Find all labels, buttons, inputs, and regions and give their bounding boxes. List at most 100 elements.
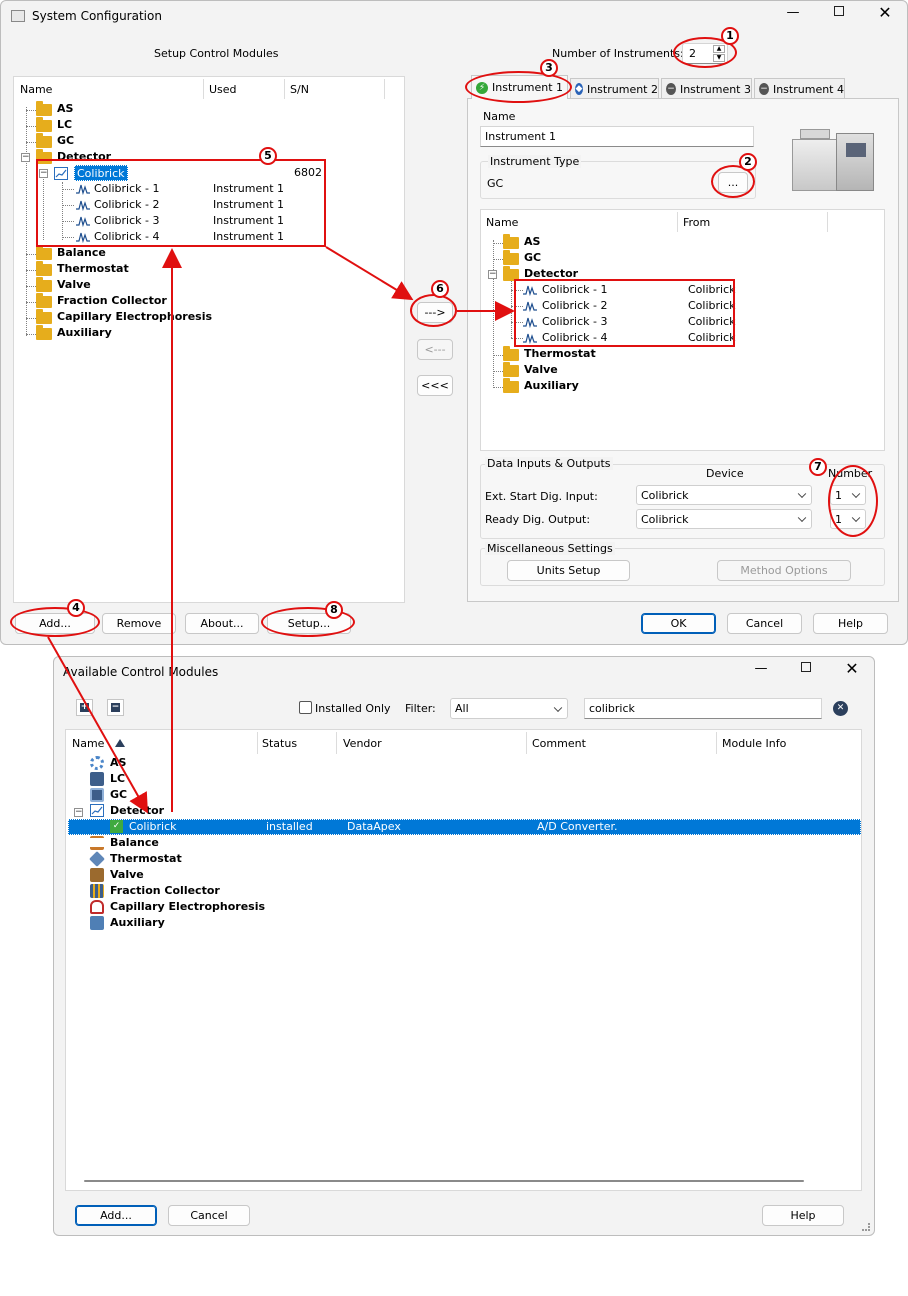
close-button[interactable]: ✕ xyxy=(877,3,893,22)
installed-only-checkbox[interactable] xyxy=(299,701,312,714)
annotation-box-right-children xyxy=(514,279,735,347)
module-tree-as[interactable]: AS xyxy=(110,755,126,771)
collapse-all-icon[interactable]: − xyxy=(107,699,124,716)
instrument-tree-thermostat[interactable]: Thermostat xyxy=(524,346,596,362)
available-control-modules-window: Available Control Modules — ✕ + − Instal… xyxy=(53,656,875,1236)
col-name-header[interactable]: Name xyxy=(486,216,518,229)
annotation-ellipse-instrument-tab xyxy=(465,71,572,103)
ok-button[interactable]: OK xyxy=(641,613,716,634)
instrument-type-value: GC xyxy=(487,177,504,190)
col-vendor-header[interactable]: Vendor xyxy=(343,737,382,750)
fraction-collector-icon xyxy=(90,884,104,898)
annotation-badge-3: 3 xyxy=(540,59,558,77)
window-title: Available Control Modules xyxy=(63,665,219,679)
module-tree-lc[interactable]: LC xyxy=(110,771,125,787)
setup-modules-tree[interactable]: Name Used S/N AS LC GC − Detector − Coli… xyxy=(13,76,405,603)
close-button[interactable]: ✕ xyxy=(844,659,860,678)
cancel-button[interactable]: Cancel xyxy=(727,613,802,634)
module-tree-thermostat[interactable]: Thermostat xyxy=(110,851,182,867)
ready-output-label: Ready Dig. Output: xyxy=(485,513,591,526)
help-button[interactable]: Help xyxy=(813,613,888,634)
clear-search-icon[interactable]: ✕ xyxy=(833,701,848,716)
col-used-header[interactable]: Used xyxy=(209,83,237,96)
instrument-tree-as[interactable]: AS xyxy=(524,234,540,250)
module-tree-capillary-electrophoresis[interactable]: Capillary Electrophoresis xyxy=(110,899,265,915)
module-tree-gc[interactable]: GC xyxy=(110,787,127,803)
misc-settings-title: Miscellaneous Settings xyxy=(485,542,615,555)
tree-item-thermostat[interactable]: Thermostat xyxy=(57,261,129,277)
tree-item-capillary-electrophoresis[interactable]: Capillary Electrophoresis xyxy=(57,309,212,325)
module-tree-auxiliary[interactable]: Auxiliary xyxy=(110,915,165,931)
remove-all-button[interactable]: <<< xyxy=(417,375,453,396)
available-modules-tree[interactable]: Name Status Vendor Comment Module Info A… xyxy=(65,729,862,1191)
horizontal-scrollbar[interactable] xyxy=(84,1180,804,1182)
remove-module-button[interactable]: Remove xyxy=(102,613,176,634)
col-name-header[interactable]: Name xyxy=(72,737,104,750)
tree-item-lc[interactable]: LC xyxy=(57,117,72,133)
minimize-button[interactable]: — xyxy=(786,5,800,20)
folder-icon xyxy=(503,362,519,377)
filter-select[interactable]: All xyxy=(450,698,568,719)
method-options-button[interactable]: Method Options xyxy=(717,560,851,581)
col-name-header[interactable]: Name xyxy=(20,83,52,96)
folder-icon xyxy=(36,325,52,340)
col-from-header[interactable]: From xyxy=(683,216,710,229)
ready-device-select[interactable]: Colibrick xyxy=(636,509,812,529)
instrument-tree-auxiliary[interactable]: Auxiliary xyxy=(524,378,579,394)
minimize-button[interactable]: — xyxy=(754,661,768,676)
selected-module-row[interactable] xyxy=(68,819,861,835)
annotation-ellipse-number xyxy=(828,465,878,537)
collapse-icon[interactable]: − xyxy=(21,153,30,162)
instrument-name-input[interactable]: Instrument 1 xyxy=(480,126,754,147)
valve-icon xyxy=(90,868,104,882)
ext-start-label: Ext. Start Dig. Input: xyxy=(485,490,598,503)
chevron-down-icon xyxy=(553,703,563,712)
tree-item-auxiliary[interactable]: Auxiliary xyxy=(57,325,112,341)
tree-item-gc[interactable]: GC xyxy=(57,133,74,149)
expand-all-icon[interactable]: + xyxy=(76,699,93,716)
tab-instrument-4[interactable]: − Instrument 4 xyxy=(754,78,845,99)
about-module-button[interactable]: About... xyxy=(185,613,259,634)
tree-item-fraction-collector[interactable]: Fraction Collector xyxy=(57,293,167,309)
instrument-tree-gc[interactable]: GC xyxy=(524,250,541,266)
balance-icon xyxy=(90,836,104,850)
detector-icon xyxy=(90,804,104,817)
col-status-header[interactable]: Status xyxy=(262,737,297,750)
system-configuration-window: System Configuration — ✕ Setup Control M… xyxy=(0,0,908,645)
tree-item-valve[interactable]: Valve xyxy=(57,277,91,293)
ext-start-device-select[interactable]: Colibrick xyxy=(636,485,812,505)
folder-icon xyxy=(503,346,519,361)
annotation-badge-1: 1 xyxy=(721,27,739,45)
collapse-icon[interactable]: − xyxy=(488,270,497,279)
folder-icon xyxy=(36,101,52,116)
module-tree-balance[interactable]: Balance xyxy=(110,835,159,851)
folder-icon xyxy=(36,293,52,308)
help-button[interactable]: Help xyxy=(762,1205,844,1226)
collapse-icon[interactable]: − xyxy=(74,808,83,817)
col-comment-header[interactable]: Comment xyxy=(532,737,586,750)
col-module-info-header[interactable]: Module Info xyxy=(722,737,786,750)
instrument-type-label: Instrument Type xyxy=(488,155,582,168)
instrument-tree-valve[interactable]: Valve xyxy=(524,362,558,378)
tree-item-as[interactable]: AS xyxy=(57,101,73,117)
tree-item-balance[interactable]: Balance xyxy=(57,245,106,261)
instrument-name-label: Name xyxy=(483,110,516,123)
folder-icon xyxy=(503,378,519,393)
filter-label: Filter: xyxy=(405,702,436,715)
resize-grip[interactable] xyxy=(862,1223,870,1231)
col-sn-header[interactable]: S/N xyxy=(290,83,309,96)
module-tree-fraction-collector[interactable]: Fraction Collector xyxy=(110,883,220,899)
units-setup-button[interactable]: Units Setup xyxy=(507,560,630,581)
module-name[interactable]: Colibrick xyxy=(129,819,177,835)
maximize-button[interactable] xyxy=(831,5,847,20)
maximize-button[interactable] xyxy=(798,661,814,676)
cancel-button[interactable]: Cancel xyxy=(168,1205,250,1226)
tab-instrument-2[interactable]: ◆ Instrument 2 xyxy=(570,78,659,99)
module-search-input[interactable]: colibrick xyxy=(584,698,822,719)
autosampler-icon xyxy=(90,756,104,770)
add-module-button[interactable]: Add... xyxy=(75,1205,157,1226)
module-tree-valve[interactable]: Valve xyxy=(110,867,144,883)
remove-from-instrument-button[interactable]: <--- xyxy=(417,339,453,360)
module-tree-detector[interactable]: Detector xyxy=(110,803,164,819)
tab-instrument-3[interactable]: − Instrument 3 xyxy=(661,78,752,99)
